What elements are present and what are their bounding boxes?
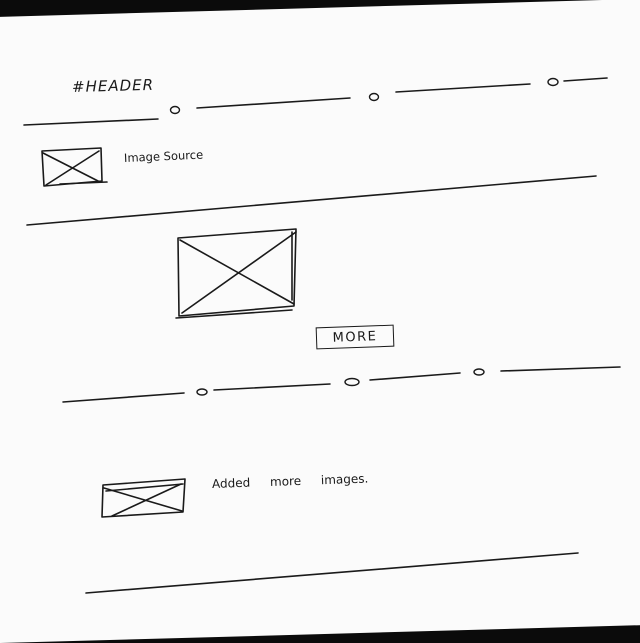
nav-segment — [500, 366, 621, 372]
nav-dot[interactable] — [547, 77, 559, 87]
wireframe-sketch — [23, 77, 621, 594]
nav-segment — [62, 392, 185, 403]
nav-dot[interactable] — [473, 368, 485, 376]
nav-dot[interactable] — [169, 105, 181, 115]
image-placeholder-large — [175, 228, 297, 319]
nav-segment — [196, 97, 351, 109]
section-nav — [62, 366, 621, 403]
image-cross — [42, 152, 101, 183]
nav-segment — [395, 83, 531, 93]
image-inner-line — [105, 483, 184, 492]
image-cross — [45, 150, 100, 186]
nav-segment — [213, 383, 331, 391]
divider — [85, 552, 579, 594]
divider — [26, 175, 597, 226]
more-button[interactable]: MORE — [315, 324, 395, 350]
image-cross — [179, 239, 295, 305]
nav-dot[interactable] — [196, 388, 208, 396]
image-placeholder-small-2 — [101, 478, 186, 518]
image-placeholder-small — [41, 147, 108, 187]
nav-segment — [23, 118, 159, 126]
nav-dot[interactable] — [368, 92, 380, 102]
page-header-title: #HEADER — [71, 75, 155, 96]
image-cross — [181, 231, 297, 314]
nav-segment — [369, 372, 461, 381]
nav-dot[interactable] — [344, 377, 360, 387]
nav-segment — [563, 77, 608, 82]
image-underline — [59, 181, 108, 185]
image-cross — [103, 487, 183, 512]
